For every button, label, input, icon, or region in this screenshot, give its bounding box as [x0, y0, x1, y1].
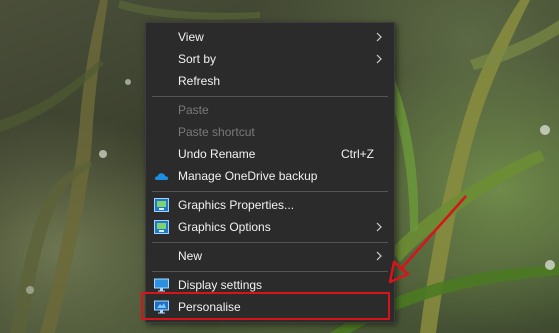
menu-item-label: Undo Rename	[178, 147, 256, 161]
menu-item-graphics-options[interactable]: Graphics Options	[146, 216, 394, 238]
personalise-highlight-box	[141, 292, 390, 320]
menu-item-view[interactable]: View	[146, 26, 394, 48]
chevron-right-icon	[376, 54, 382, 64]
chevron-right-icon	[376, 222, 382, 232]
chevron-right-icon	[376, 32, 382, 42]
intel-graphics-icon	[154, 198, 169, 212]
menu-item-label: Paste shortcut	[178, 125, 255, 139]
menu-item-label: Sort by	[178, 52, 217, 66]
menu-item-label: Refresh	[178, 74, 221, 88]
menu-item-label: Manage OneDrive backup	[178, 169, 318, 183]
menu-separator	[152, 271, 388, 272]
intel-graphics-icon	[154, 220, 169, 234]
menu-item-sort-by[interactable]: Sort by	[146, 48, 394, 70]
menu-item-refresh[interactable]: Refresh	[146, 70, 394, 92]
desktop-context-menu: View Sort by Refresh Paste Paste shortcu…	[145, 22, 395, 323]
menu-separator	[152, 96, 388, 97]
menu-separator	[152, 242, 388, 243]
display-monitor-icon	[154, 278, 169, 292]
chevron-right-icon	[376, 251, 382, 261]
menu-item-label: Paste	[178, 103, 209, 117]
menu-item-label: Graphics Properties...	[178, 198, 295, 212]
menu-item-label: Graphics Options	[178, 220, 271, 234]
menu-item-paste[interactable]: Paste	[146, 99, 394, 121]
menu-separator	[152, 191, 388, 192]
onedrive-cloud-icon	[154, 173, 169, 180]
menu-item-paste-shortcut[interactable]: Paste shortcut	[146, 121, 394, 143]
menu-item-undo-rename[interactable]: Undo Rename Ctrl+Z	[146, 143, 394, 165]
menu-item-new[interactable]: New	[146, 245, 394, 267]
menu-item-shortcut: Ctrl+Z	[341, 147, 374, 161]
menu-item-graphics-properties[interactable]: Graphics Properties...	[146, 194, 394, 216]
menu-item-label: View	[178, 30, 204, 44]
menu-item-manage-onedrive-backup[interactable]: Manage OneDrive backup	[146, 165, 394, 187]
menu-item-label: New	[178, 249, 203, 263]
